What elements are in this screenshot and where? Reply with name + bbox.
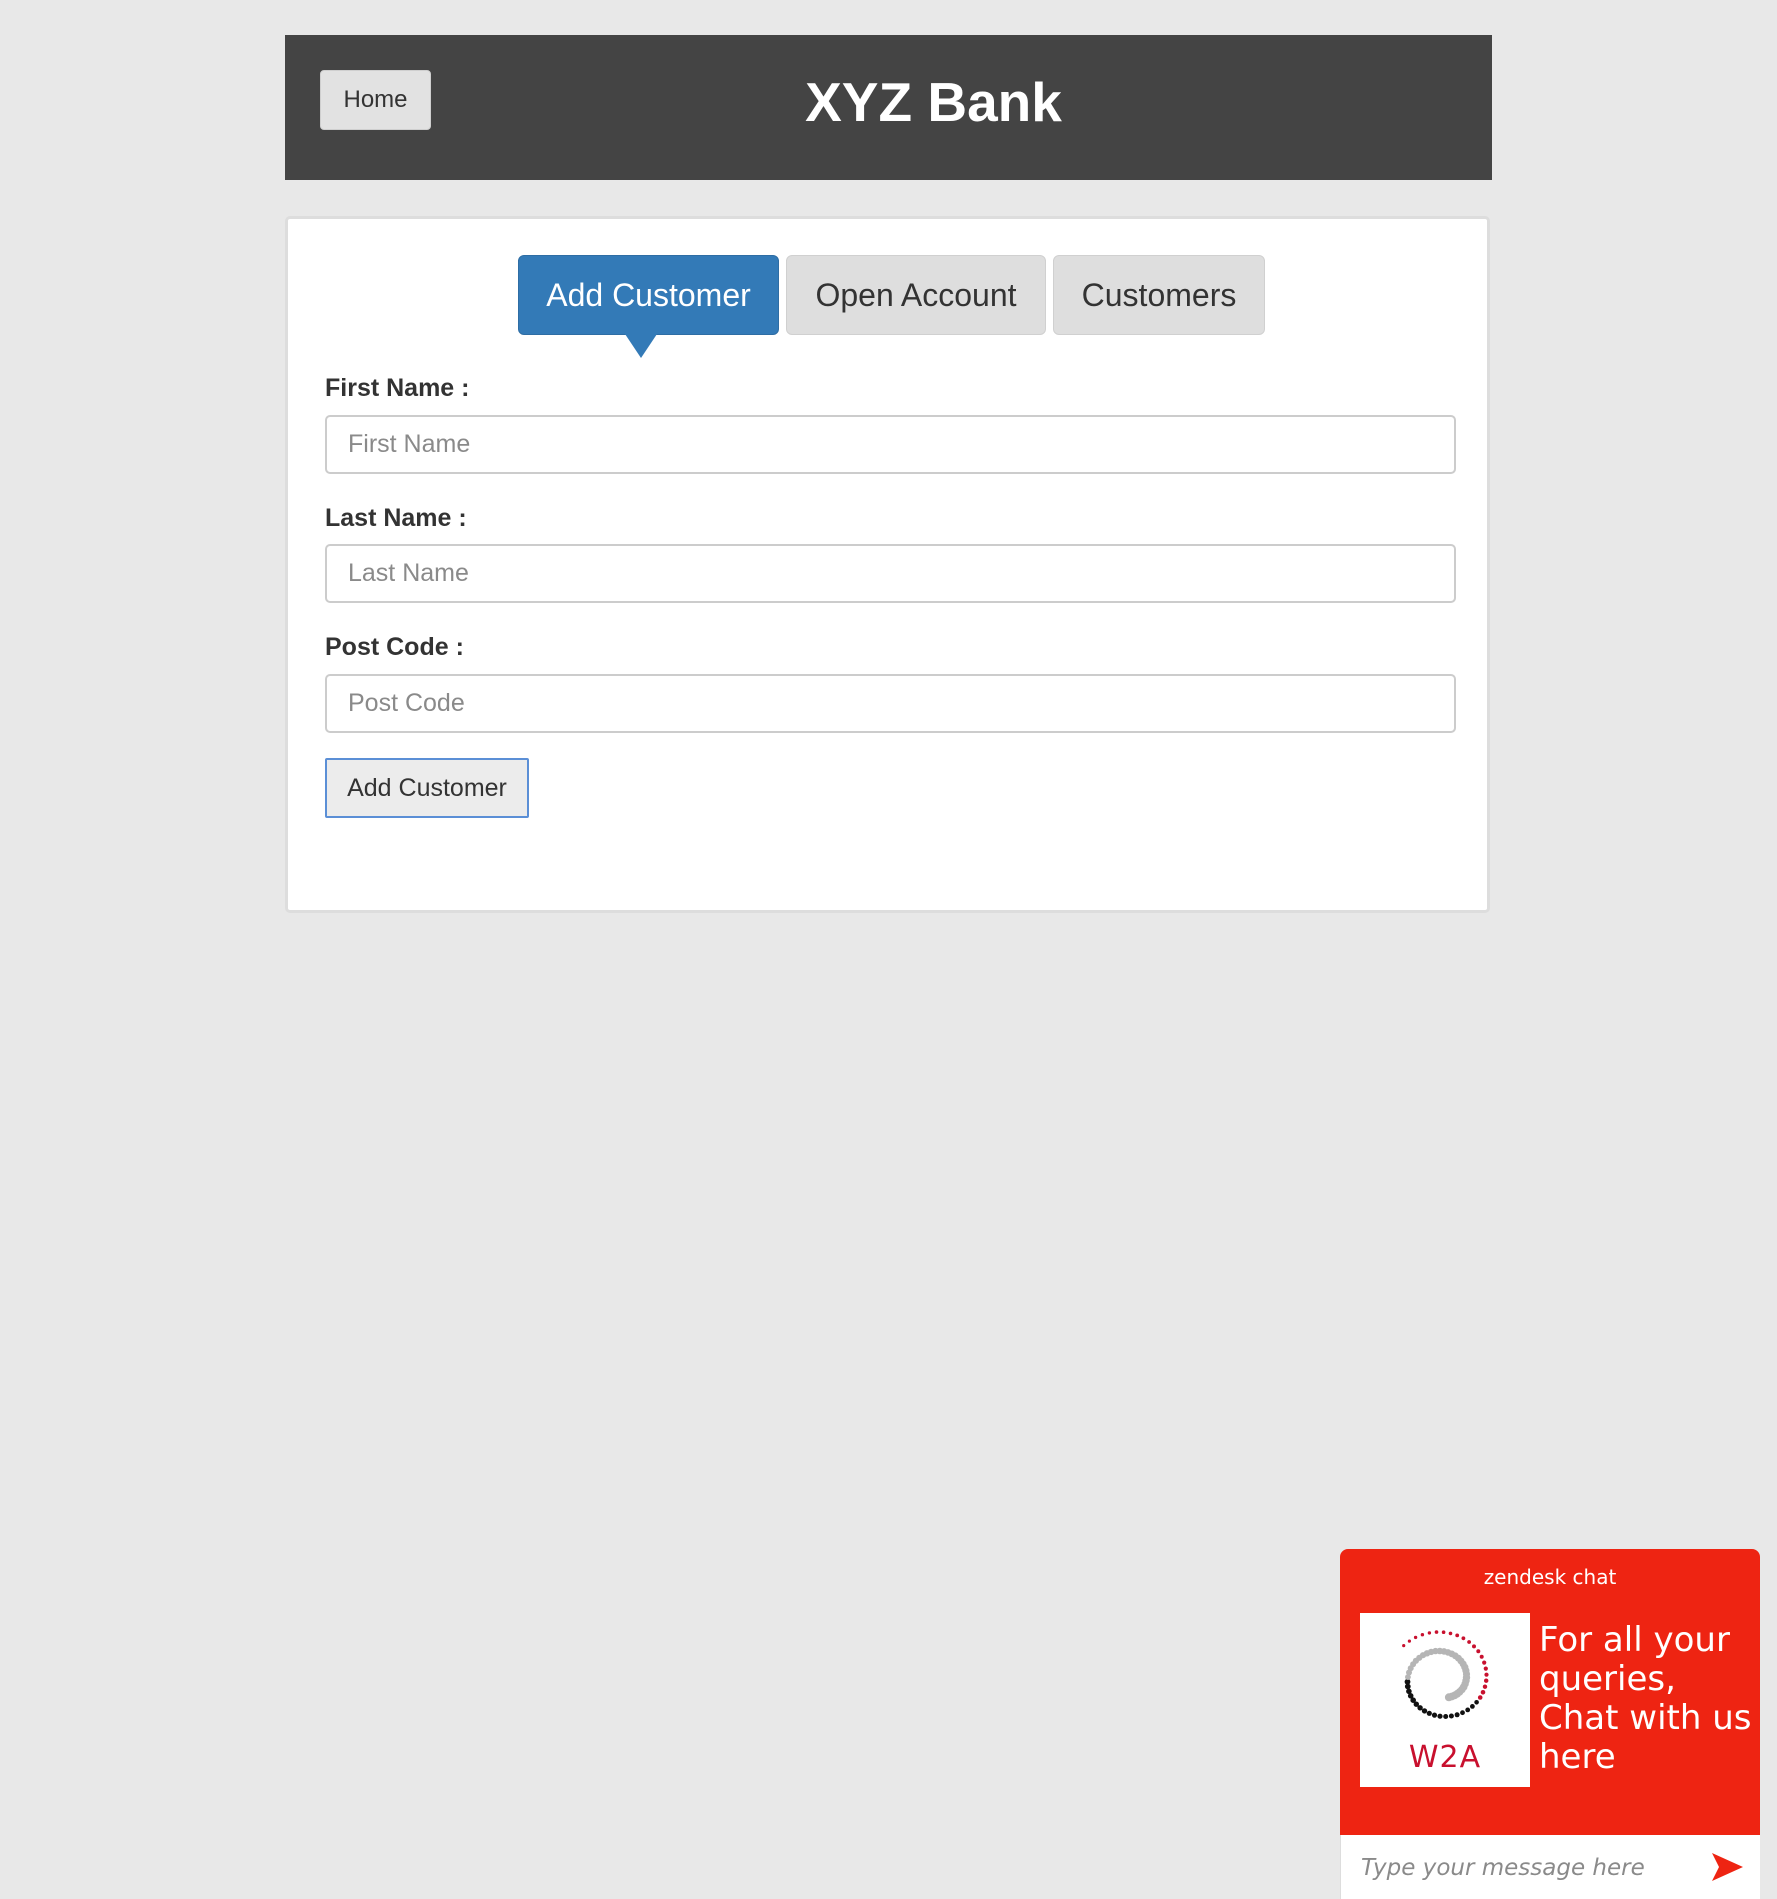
tab-open-account[interactable]: Open Account	[786, 255, 1046, 335]
logo-dot	[1421, 1708, 1428, 1714]
page-title: XYZ Bank	[805, 71, 1062, 133]
logo-dot	[1483, 1666, 1488, 1671]
logo-dot	[1484, 1678, 1489, 1683]
chat-input-bar	[1340, 1835, 1760, 1899]
send-arrow-icon[interactable]	[1709, 1849, 1745, 1885]
chat-brand: zendesk chat	[1483, 1565, 1617, 1589]
logo-dot	[1482, 1660, 1487, 1665]
logo-dot	[1441, 1630, 1446, 1634]
tab-add-customer[interactable]: Add Customer	[518, 255, 779, 358]
last-name-label: Last Name :	[325, 504, 467, 532]
logo-dot	[1434, 1630, 1439, 1634]
logo-dot	[1454, 1712, 1460, 1718]
post-code-input[interactable]	[325, 674, 1456, 733]
logo-dot	[1472, 1644, 1476, 1649]
logo-dot	[1407, 1639, 1411, 1643]
logo-dot	[1455, 1633, 1460, 1638]
chat-message-input[interactable]	[1359, 1845, 1693, 1891]
w2a-logo-icon: W2A	[1360, 1613, 1530, 1787]
first-name-input[interactable]	[325, 415, 1456, 474]
app-header: Home XYZ Bank	[285, 35, 1492, 180]
logo-swirl-icon	[1402, 1630, 1489, 1719]
tab-bar: Add Customer Open Account Customers	[518, 255, 1265, 358]
logo-dot	[1426, 1710, 1432, 1716]
logo-dot	[1444, 1693, 1453, 1702]
chat-logo-text: W2A	[1408, 1740, 1482, 1775]
add-customer-submit-button[interactable]: Add Customer	[325, 758, 529, 818]
logo-dot	[1413, 1635, 1418, 1640]
chat-widget[interactable]: zendesk chat W2A For all your queries, C…	[1340, 1549, 1760, 1899]
logo-dot	[1443, 1714, 1449, 1719]
logo-dot	[1480, 1690, 1486, 1695]
tab-customers[interactable]: Customers	[1053, 255, 1265, 335]
logo-dot	[1479, 1654, 1484, 1659]
logo-dot	[1470, 1704, 1475, 1709]
logo-dot	[1406, 1688, 1412, 1695]
logo-dot	[1484, 1672, 1489, 1677]
logo-dot	[1427, 1631, 1432, 1635]
logo-dot	[1476, 1649, 1481, 1654]
logo-dot	[1465, 1707, 1471, 1713]
first-name-label: First Name :	[325, 374, 470, 402]
last-name-input[interactable]	[325, 544, 1456, 603]
post-code-label: Post Code :	[325, 633, 464, 661]
logo-dot	[1474, 1700, 1479, 1705]
logo-dot	[1467, 1640, 1471, 1644]
logo-dot	[1402, 1644, 1406, 1648]
logo-dot	[1437, 1713, 1443, 1719]
chat-message[interactable]: For all your queries, Chat with us here	[1539, 1621, 1754, 1777]
logo-dot	[1420, 1633, 1425, 1637]
logo-dot	[1461, 1636, 1466, 1641]
logo-dot	[1477, 1695, 1483, 1700]
main-panel: Add Customer Open Account Customers Firs…	[285, 216, 1490, 913]
logo-dot	[1448, 1713, 1454, 1719]
logo-dot	[1482, 1684, 1488, 1689]
logo-dot	[1431, 1712, 1438, 1718]
logo-dot	[1460, 1710, 1465, 1716]
logo-dot	[1448, 1631, 1453, 1636]
